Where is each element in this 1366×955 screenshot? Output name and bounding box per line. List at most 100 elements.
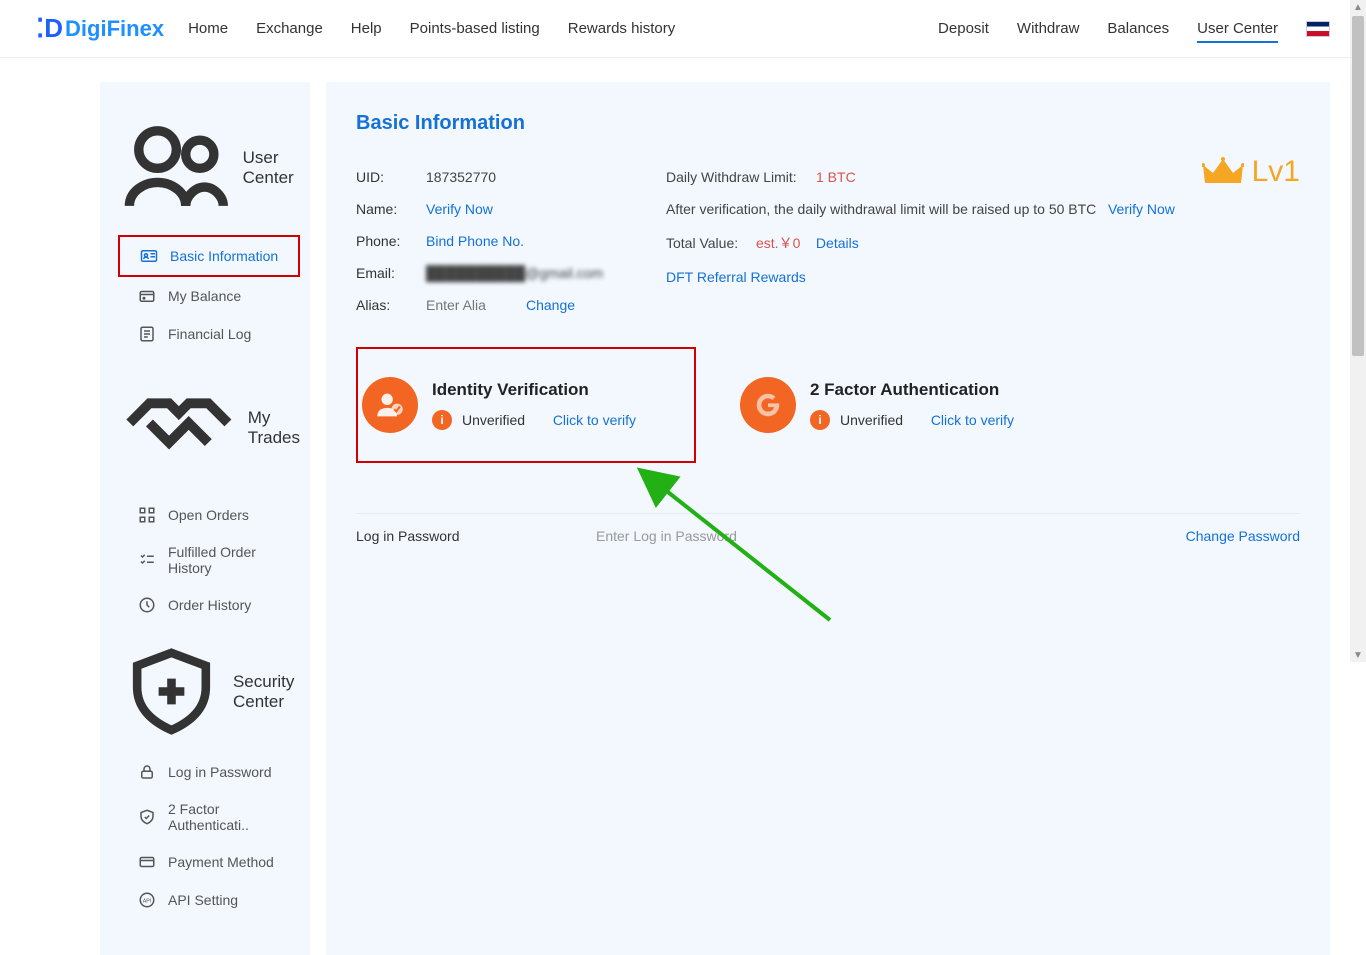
sidebar-item-open-orders[interactable]: Open Orders <box>118 496 300 534</box>
total-value: est.￥0 <box>756 233 800 253</box>
logo-icon: ⁚D <box>36 13 63 44</box>
sidebar-item-api-setting[interactable]: API API Setting <box>118 881 300 919</box>
sidebar-section-user-center: User Center <box>118 102 300 235</box>
password-placeholder[interactable]: Enter Log in Password <box>596 528 1186 544</box>
bind-phone-link[interactable]: Bind Phone No. <box>426 233 524 249</box>
identity-icon <box>362 377 418 433</box>
check-list-icon <box>138 551 156 569</box>
brand-logo[interactable]: ⁚D DigiFinex <box>36 13 164 44</box>
identity-title: Identity Verification <box>432 380 636 400</box>
sidebar-item-label: Order History <box>168 597 251 613</box>
log-icon <box>138 325 156 343</box>
details-link[interactable]: Details <box>816 235 859 251</box>
twofa-card: 2 Factor Authentication i Unverified Cli… <box>736 347 1076 463</box>
identity-status: Unverified <box>462 412 525 428</box>
lock-icon <box>138 763 156 781</box>
api-icon: API <box>138 891 156 909</box>
section-label: User Center <box>243 148 300 188</box>
level-text: Lv1 <box>1252 155 1300 189</box>
login-password-row: Log in Password Enter Log in Password Ch… <box>356 513 1300 558</box>
scroll-thumb[interactable] <box>1352 16 1364 356</box>
twofa-verify-link[interactable]: Click to verify <box>931 412 1014 428</box>
page-title: Basic Information <box>356 112 1300 135</box>
sidebar-item-label: Financial Log <box>168 326 251 342</box>
section-label: My Trades <box>248 408 300 448</box>
name-verify-link[interactable]: Verify Now <box>426 201 493 217</box>
twofa-status: Unverified <box>840 412 903 428</box>
identity-verification-card: Identity Verification i Unverified Click… <box>356 347 696 463</box>
email-label: Email: <box>356 265 426 281</box>
nav-user-center[interactable]: User Center <box>1197 14 1278 43</box>
sidebar-item-2fa[interactable]: 2 Factor Authenticati.. <box>118 791 300 843</box>
language-flag-icon[interactable] <box>1306 21 1330 37</box>
nav-deposit[interactable]: Deposit <box>938 14 989 43</box>
phone-label: Phone: <box>356 233 426 249</box>
info-icon: i <box>432 410 452 430</box>
sidebar-item-fulfilled-order-history[interactable]: Fulfilled Order History <box>118 534 300 586</box>
nav-help[interactable]: Help <box>351 14 382 43</box>
svg-text:API: API <box>143 899 151 905</box>
right-nav: Deposit Withdraw Balances User Center <box>938 14 1330 43</box>
handshake-icon <box>120 369 238 487</box>
sidebar-section-security-center: Security Center <box>118 630 300 753</box>
nav-balances[interactable]: Balances <box>1107 14 1169 43</box>
sidebar-item-label: Payment Method <box>168 854 274 870</box>
uid-value: 187352770 <box>426 169 496 185</box>
scrollbar[interactable]: ▲ ▼ <box>1350 0 1366 662</box>
sidebar-item-payment-method[interactable]: Payment Method <box>118 843 300 881</box>
name-label: Name: <box>356 201 426 217</box>
sidebar-item-label: API Setting <box>168 892 238 908</box>
id-card-icon <box>140 247 158 265</box>
sidebar-item-financial-log[interactable]: Financial Log <box>118 315 300 353</box>
brand-text: DigiFinex <box>65 16 164 42</box>
scroll-down-icon[interactable]: ▼ <box>1353 650 1363 660</box>
top-header: ⁚D DigiFinex Home Exchange Help Points-b… <box>0 0 1366 58</box>
alias-input[interactable] <box>426 297 506 313</box>
sidebar-item-basic-information[interactable]: Basic Information <box>118 235 300 277</box>
sidebar-item-label: Basic Information <box>170 248 278 264</box>
scroll-up-icon[interactable]: ▲ <box>1353 2 1363 12</box>
alias-label: Alias: <box>356 297 426 313</box>
users-icon <box>120 112 233 225</box>
password-label: Log in Password <box>356 528 596 544</box>
level-badge: Lv1 <box>1202 155 1300 189</box>
twofa-title: 2 Factor Authentication <box>810 380 1014 400</box>
card-icon <box>138 853 156 871</box>
sidebar-item-label: My Balance <box>168 288 241 304</box>
nav-withdraw[interactable]: Withdraw <box>1017 14 1080 43</box>
main-panel: Basic Information UID:187352770 Name:Ver… <box>326 82 1330 955</box>
shield-check-icon <box>138 808 156 826</box>
uid-label: UID: <box>356 169 426 185</box>
nav-points-listing[interactable]: Points-based listing <box>410 14 540 43</box>
google-auth-icon <box>740 377 796 433</box>
referral-link[interactable]: DFT Referral Rewards <box>666 269 806 285</box>
grid-icon <box>138 506 156 524</box>
info-icon: i <box>810 410 830 430</box>
sidebar-item-login-password[interactable]: Log in Password <box>118 753 300 791</box>
nav-rewards-history[interactable]: Rewards history <box>568 14 676 43</box>
sidebar-section-my-trades: My Trades <box>118 359 300 497</box>
section-label: Security Center <box>233 672 300 712</box>
limit-label: Daily Withdraw Limit: <box>666 169 816 185</box>
wallet-icon <box>138 287 156 305</box>
email-value: ██████████@gmail.com <box>426 265 603 281</box>
sidebar-item-order-history[interactable]: Order History <box>118 586 300 624</box>
total-label: Total Value: <box>666 235 756 251</box>
limit-note: After verification, the daily withdrawal… <box>666 201 1096 217</box>
shield-plus-icon <box>120 640 223 743</box>
sidebar-item-label: Open Orders <box>168 507 249 523</box>
nav-exchange[interactable]: Exchange <box>256 14 323 43</box>
sidebar-item-label: Fulfilled Order History <box>168 544 292 576</box>
change-password-link[interactable]: Change Password <box>1186 528 1300 544</box>
main-nav: Home Exchange Help Points-based listing … <box>188 14 675 43</box>
sidebar: User Center Basic Information My Balance… <box>100 82 310 955</box>
sidebar-item-my-balance[interactable]: My Balance <box>118 277 300 315</box>
identity-verify-link[interactable]: Click to verify <box>553 412 636 428</box>
nav-home[interactable]: Home <box>188 14 228 43</box>
sidebar-item-label: 2 Factor Authenticati.. <box>168 801 292 833</box>
verify-now-link[interactable]: Verify Now <box>1108 201 1175 217</box>
alias-change-link[interactable]: Change <box>526 297 575 313</box>
crown-icon <box>1202 155 1244 189</box>
clock-icon <box>138 596 156 614</box>
limit-value: 1 BTC <box>816 169 856 185</box>
